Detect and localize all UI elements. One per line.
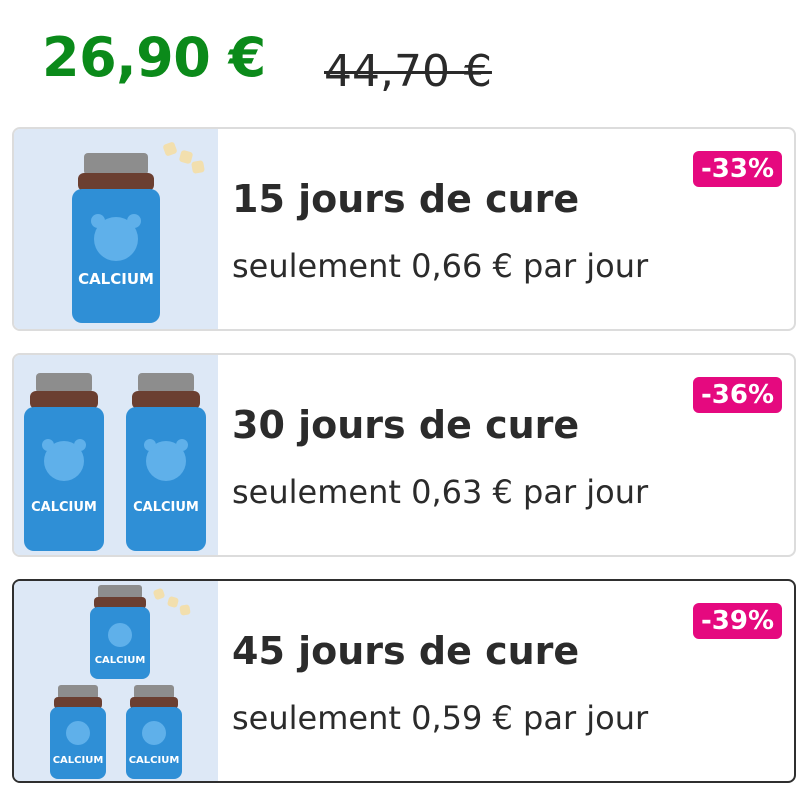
discount-badge: -33%	[692, 151, 782, 187]
gummy-candies-icon	[153, 588, 191, 616]
current-price: 26,90 €	[42, 26, 266, 89]
product-image: CALCIUM CALCIUM CALCIUM	[14, 581, 218, 781]
price-row: 26,90 € 44,70 €	[42, 22, 782, 102]
original-price-strikethrough: 44,70 €	[324, 46, 492, 97]
bottle-icon: CALCIUM	[126, 373, 206, 551]
bottle-icon: CALCIUM	[126, 685, 182, 779]
gummy-candies-icon	[163, 142, 205, 174]
bottle-label: CALCIUM	[31, 500, 97, 515]
bottle-icon: CALCIUM	[90, 585, 150, 679]
option-price-per-day: seulement 0,59 € par jour	[232, 699, 649, 737]
product-image: CALCIUM CALCIUM	[14, 355, 218, 555]
product-image: CALCIUM	[14, 129, 218, 329]
bottle-label: CALCIUM	[129, 755, 180, 766]
option-title: 15 jours de cure	[232, 177, 580, 221]
bottle-icon: CALCIUM	[72, 153, 160, 323]
bottle-label: CALCIUM	[95, 655, 146, 666]
bottle-label: CALCIUM	[78, 270, 154, 288]
option-card-45-days[interactable]: CALCIUM CALCIUM CALCIUM 45 jours de cure…	[12, 579, 796, 783]
bottle-icon: CALCIUM	[50, 685, 106, 779]
bottle-icon: CALCIUM	[24, 373, 104, 551]
option-title: 30 jours de cure	[232, 403, 580, 447]
option-card-15-days[interactable]: CALCIUM 15 jours de cure seulement 0,66 …	[12, 127, 796, 331]
option-price-per-day: seulement 0,66 € par jour	[232, 247, 649, 285]
bottle-label: CALCIUM	[53, 755, 104, 766]
discount-badge: -39%	[692, 603, 782, 639]
option-title: 45 jours de cure	[232, 629, 580, 673]
option-price-per-day: seulement 0,63 € par jour	[232, 473, 649, 511]
discount-badge: -36%	[692, 377, 782, 413]
option-card-30-days[interactable]: CALCIUM CALCIUM 30 jours de cure seuleme…	[12, 353, 796, 557]
bottle-label: CALCIUM	[133, 500, 199, 515]
